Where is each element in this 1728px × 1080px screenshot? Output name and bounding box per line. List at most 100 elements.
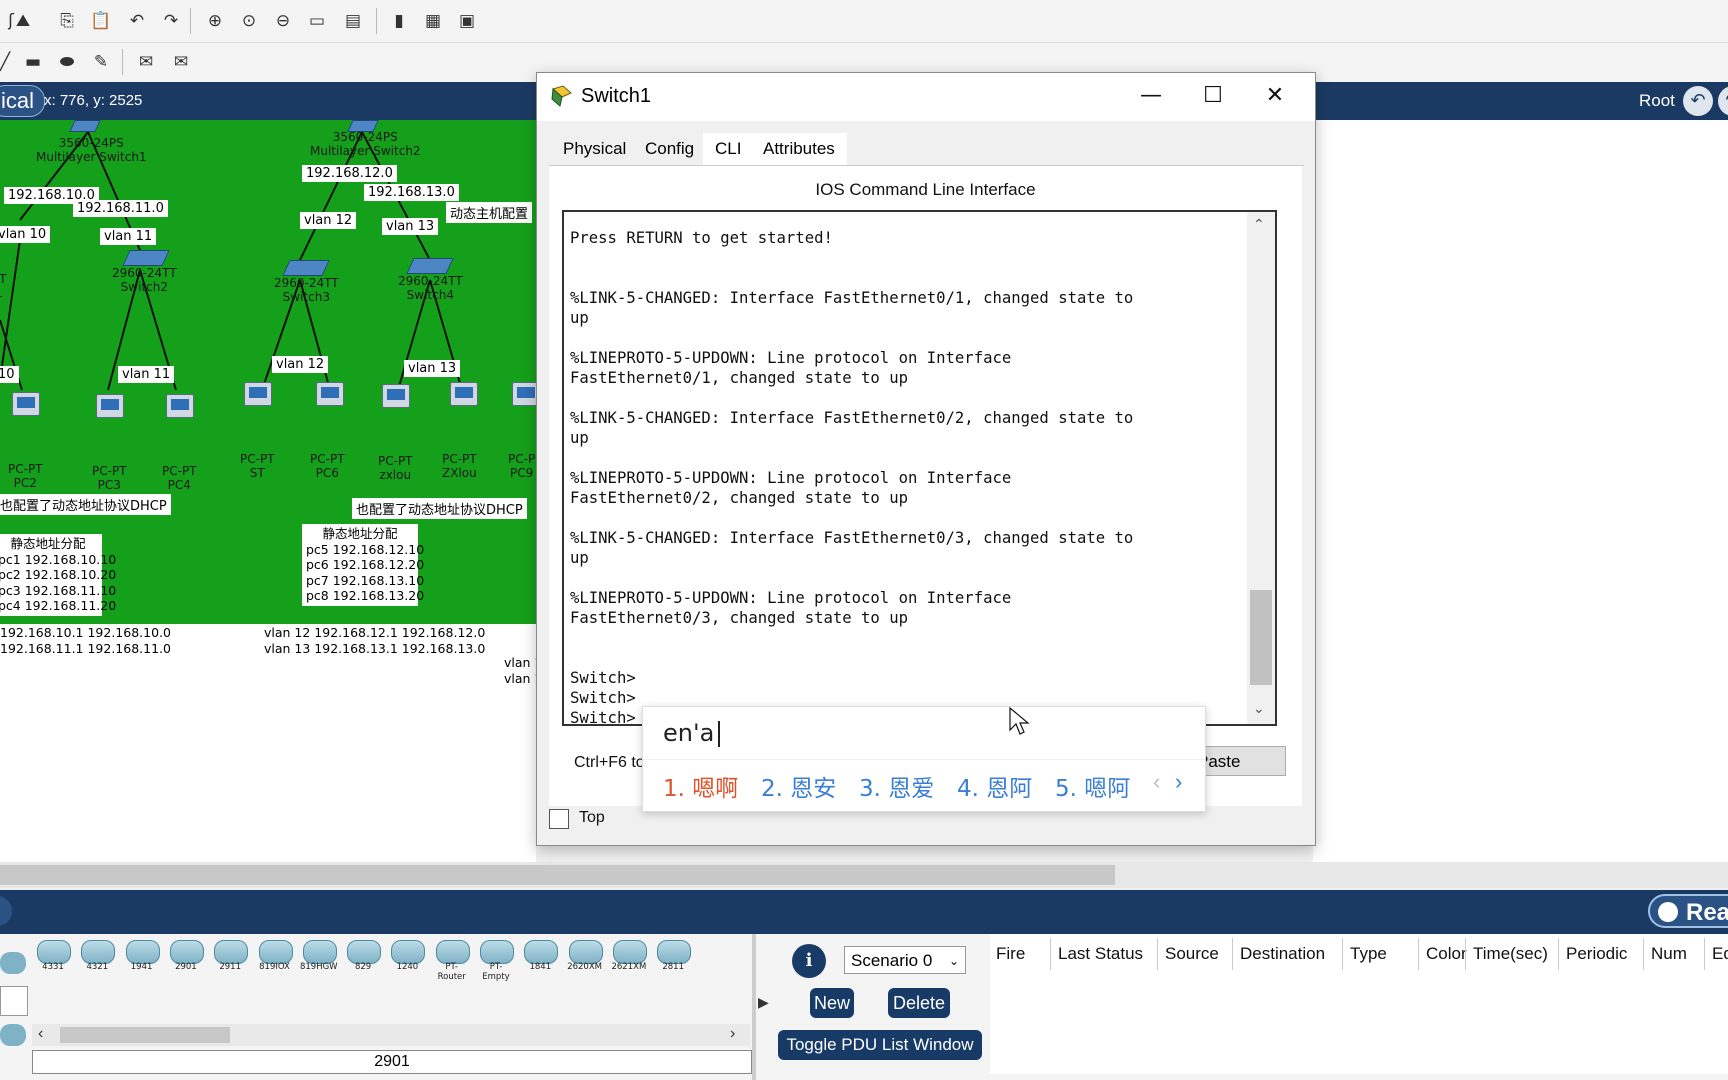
device-model-tile[interactable]: PT-Empty	[477, 938, 515, 982]
device-model-tile[interactable]: 1240	[388, 938, 426, 974]
ime-next-page-icon[interactable]: ›	[1175, 769, 1182, 795]
pdu-column-header[interactable]: Periodic	[1566, 944, 1627, 964]
pdu-column-header[interactable]: Ed	[1712, 944, 1728, 964]
pdu-column-header[interactable]: Color	[1426, 944, 1467, 964]
scrollbar-thumb[interactable]	[1250, 590, 1272, 685]
top-checkbox[interactable]	[549, 809, 569, 829]
scenario-select[interactable]: Scenario 0 ⌄	[844, 946, 966, 974]
device-model-tile[interactable]: 1841	[521, 938, 559, 974]
add-simple-pdu-icon[interactable]: ✉	[135, 51, 157, 73]
device-model-tile[interactable]: 1941	[123, 938, 161, 974]
expand-arrow-icon[interactable]: ▶	[758, 994, 769, 1011]
device-category-icon[interactable]	[0, 986, 28, 1016]
redo-icon[interactable]: ↷	[160, 10, 182, 32]
pdu-column-header[interactable]: Source	[1165, 944, 1219, 964]
device-model-tile[interactable]: 819HGW	[300, 938, 338, 974]
tab-physical[interactable]: Physical	[551, 133, 638, 165]
device-model-tile[interactable]: 829	[344, 938, 382, 974]
add-complex-pdu-icon[interactable]: ✉	[170, 51, 192, 73]
pc-icon[interactable]	[244, 382, 272, 406]
back-icon[interactable]: ↶	[1683, 86, 1713, 116]
scroll-up-icon[interactable]: ⌃	[1253, 216, 1265, 233]
zoom-in-icon[interactable]: ⊕	[204, 10, 226, 32]
copy-icon[interactable]: ⎘	[56, 10, 78, 32]
pc-icon[interactable]	[166, 394, 194, 418]
maximize-icon[interactable]: ☐	[1183, 73, 1243, 121]
rectangle-tool-icon[interactable]: ▬	[22, 51, 44, 73]
ime-candidate[interactable]: 4. 恩阿	[957, 769, 1032, 803]
scrollbar-thumb[interactable]	[60, 1027, 230, 1043]
pc-icon[interactable]	[450, 382, 478, 406]
custom-device-icon[interactable]: ▤	[342, 10, 364, 32]
picture-icon[interactable]: ▣	[456, 10, 478, 32]
undo-icon[interactable]: ↶	[126, 10, 148, 32]
scroll-left-icon[interactable]: ‹	[38, 1025, 43, 1043]
line-tool-icon[interactable]: ╱	[0, 51, 16, 73]
viewport-icon[interactable]: ▮	[388, 10, 410, 32]
device-model-tile[interactable]: 2620XM	[566, 938, 604, 974]
pc-icon[interactable]	[382, 384, 410, 408]
vlan-label: vlan 13	[404, 360, 461, 377]
toggle-pdu-list-button[interactable]: Toggle PDU List Window	[778, 1030, 982, 1060]
paste-icon[interactable]: 📋	[90, 10, 112, 32]
device-model-tile[interactable]: 2621XM	[610, 938, 648, 974]
scrollbar-thumb[interactable]	[0, 865, 1115, 885]
pdu-icon[interactable]: ▦	[422, 10, 444, 32]
scroll-down-icon[interactable]: ⌄	[1253, 700, 1265, 717]
pdu-column-header[interactable]: Destination	[1240, 944, 1325, 964]
device-model-tile[interactable]: 4321	[78, 938, 116, 974]
device-model-tile[interactable]: 4331	[34, 938, 72, 974]
activity-wizard-icon[interactable]: ⛰	[12, 10, 34, 32]
cli-console[interactable]: Press RETURN to get started! %LINK-5-CHA…	[562, 210, 1277, 726]
realtime-mode-tab[interactable]: Real	[1648, 894, 1728, 928]
delete-pdu-button[interactable]: Delete	[888, 988, 950, 1018]
device-model-tile[interactable]: 2901	[167, 938, 205, 974]
scroll-right-icon[interactable]: ›	[730, 1025, 735, 1043]
multilayer-switch1-icon[interactable]	[69, 120, 101, 132]
device-model-label: 1941	[130, 962, 153, 972]
tab-config[interactable]: Config	[633, 133, 706, 165]
pc-icon[interactable]	[512, 382, 536, 406]
ime-candidate[interactable]: 2. 恩安	[761, 769, 836, 803]
console-scrollbar[interactable]: ⌃ ⌄	[1247, 212, 1275, 724]
ime-prev-page-icon[interactable]: ‹	[1153, 769, 1160, 795]
ime-candidate[interactable]: 1. 嗯啊	[663, 769, 738, 803]
pc-icon[interactable]	[316, 382, 344, 406]
window-titlebar[interactable]: Switch1 — ☐ ✕	[537, 73, 1315, 121]
logical-workspace[interactable]: 3560-24PS Multilayer Switch1 3560-24PS Mul…	[0, 120, 536, 624]
pc-icon[interactable]	[96, 394, 124, 418]
cloud-icon[interactable]	[0, 1024, 26, 1046]
zoom-reset-icon[interactable]: ⊙	[238, 10, 260, 32]
switch2-icon[interactable]	[122, 250, 170, 266]
new-pdu-button[interactable]: New	[810, 988, 854, 1018]
info-icon[interactable]: i	[792, 944, 826, 978]
logical-mode-tab[interactable]: ical	[0, 85, 46, 117]
device-list-scrollbar[interactable]: ‹ ›	[32, 1024, 750, 1046]
switch3-icon[interactable]	[282, 260, 330, 276]
pdu-column-header[interactable]: Last Status	[1058, 944, 1143, 964]
pc-icon[interactable]	[12, 392, 40, 416]
ellipse-tool-icon[interactable]: ⬬	[56, 51, 78, 73]
device-category-icon[interactable]	[0, 952, 26, 974]
close-icon[interactable]: ✕	[1245, 73, 1305, 121]
pdu-column-header[interactable]: Type	[1350, 944, 1387, 964]
ime-candidate[interactable]: 3. 恩爱	[859, 769, 934, 803]
device-model-tile[interactable]: 2811	[654, 938, 692, 974]
minimize-icon[interactable]: —	[1121, 73, 1181, 121]
device-model-tile[interactable]: 819IOX	[256, 938, 294, 974]
switch4-icon[interactable]	[406, 258, 454, 274]
device-model-tile[interactable]: 2911	[211, 938, 249, 974]
pdu-column-header[interactable]: Fire	[996, 944, 1025, 964]
pdu-column-header[interactable]: Time(sec)	[1473, 944, 1548, 964]
tab-cli[interactable]: CLI	[703, 133, 754, 168]
tab-attributes[interactable]: Attributes	[751, 133, 847, 165]
freeform-tool-icon[interactable]: ✎	[90, 51, 112, 73]
pdu-column-header[interactable]: Num	[1651, 944, 1687, 964]
drawing-palette-icon[interactable]: ▭	[306, 10, 328, 32]
device-model-tile[interactable]: PT-Router	[433, 938, 471, 982]
ime-candidate[interactable]: 5. 嗯阿	[1055, 769, 1130, 803]
clock-icon[interactable]	[0, 896, 12, 926]
zoom-out-icon[interactable]: ⊖	[272, 10, 294, 32]
workspace-scrollbar[interactable]	[0, 862, 1728, 888]
forward-icon[interactable]: ↷	[1718, 86, 1728, 116]
